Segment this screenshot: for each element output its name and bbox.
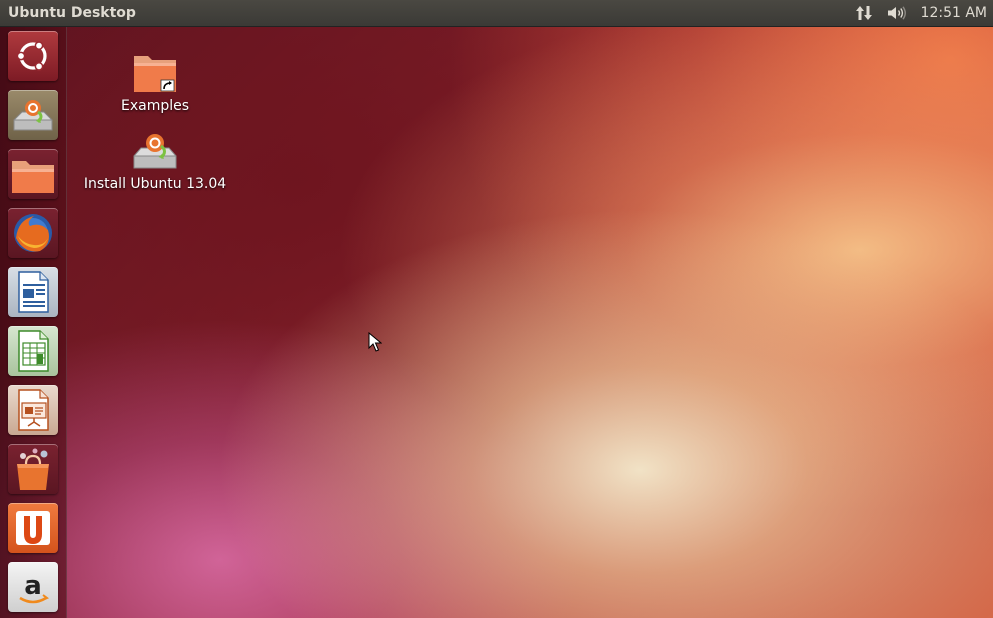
folder-link-icon bbox=[131, 52, 179, 96]
launcher-item-libreoffice-calc[interactable] bbox=[8, 326, 58, 376]
impress-icon bbox=[18, 389, 49, 431]
firefox-icon bbox=[14, 214, 52, 252]
mouse-cursor-icon bbox=[368, 331, 383, 356]
launcher-item-amazon[interactable]: a bbox=[8, 562, 58, 612]
desktop-icon-label: Examples bbox=[120, 98, 190, 114]
volume-icon[interactable] bbox=[887, 0, 907, 26]
network-arrows-icon[interactable] bbox=[855, 0, 873, 26]
amazon-icon: a bbox=[19, 571, 50, 604]
folder-icon bbox=[12, 161, 54, 193]
desktop-icon-examples[interactable]: Examples bbox=[100, 52, 210, 114]
launcher-item-dash-home[interactable] bbox=[8, 31, 58, 81]
launcher: a bbox=[0, 27, 67, 618]
ubuntu-logo-icon bbox=[16, 41, 47, 71]
launcher-item-ubuntu-software-center[interactable] bbox=[8, 444, 58, 494]
calc-icon bbox=[18, 330, 49, 372]
launcher-item-files[interactable] bbox=[8, 149, 58, 199]
desktop-icon-install-ubuntu[interactable]: Install Ubuntu 13.04 bbox=[80, 130, 230, 192]
installer-disk-icon bbox=[131, 130, 179, 174]
desktop-icon-label: Install Ubuntu 13.04 bbox=[83, 176, 227, 192]
ubuntu-one-icon bbox=[16, 511, 50, 545]
clock[interactable]: 12:51 AM bbox=[921, 5, 987, 21]
launcher-item-firefox[interactable] bbox=[8, 208, 58, 258]
writer-icon bbox=[18, 271, 49, 313]
window-title: Ubuntu Desktop bbox=[8, 5, 136, 21]
launcher-item-libreoffice-writer[interactable] bbox=[8, 267, 58, 317]
top-panel: Ubuntu Desktop 12:51 AM bbox=[0, 0, 993, 27]
launcher-item-libreoffice-impress[interactable] bbox=[8, 385, 58, 435]
installer-disk-icon bbox=[13, 100, 53, 131]
indicator-area: 12:51 AM bbox=[855, 0, 993, 26]
launcher-item-install-ubuntu[interactable] bbox=[8, 90, 58, 140]
launcher-item-ubuntu-one[interactable] bbox=[8, 503, 58, 553]
shopping-bag-icon bbox=[17, 448, 49, 490]
svg-text:a: a bbox=[24, 571, 42, 601]
